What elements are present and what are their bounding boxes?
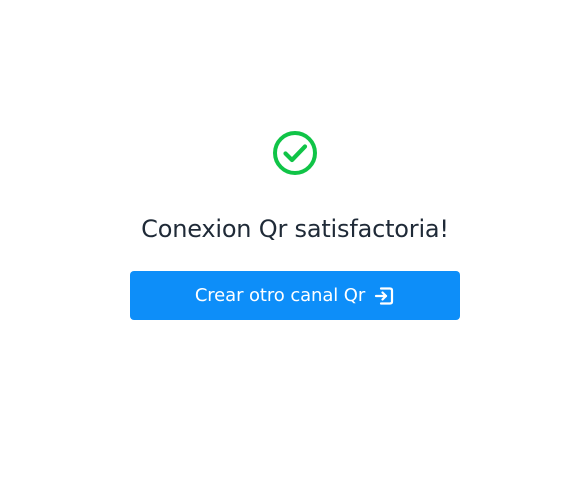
sign-in-icon (373, 285, 395, 307)
create-qr-channel-button-label: Crear otro canal Qr (194, 284, 366, 306)
create-qr-channel-button[interactable]: Crear otro canal Qr (130, 271, 460, 320)
check-circle-icon (272, 130, 318, 176)
status-title: Conexion Qr satisfactoria! (141, 215, 449, 243)
qr-success-screen: Conexion Qr satisfactoria! Crear otro ca… (0, 0, 580, 482)
